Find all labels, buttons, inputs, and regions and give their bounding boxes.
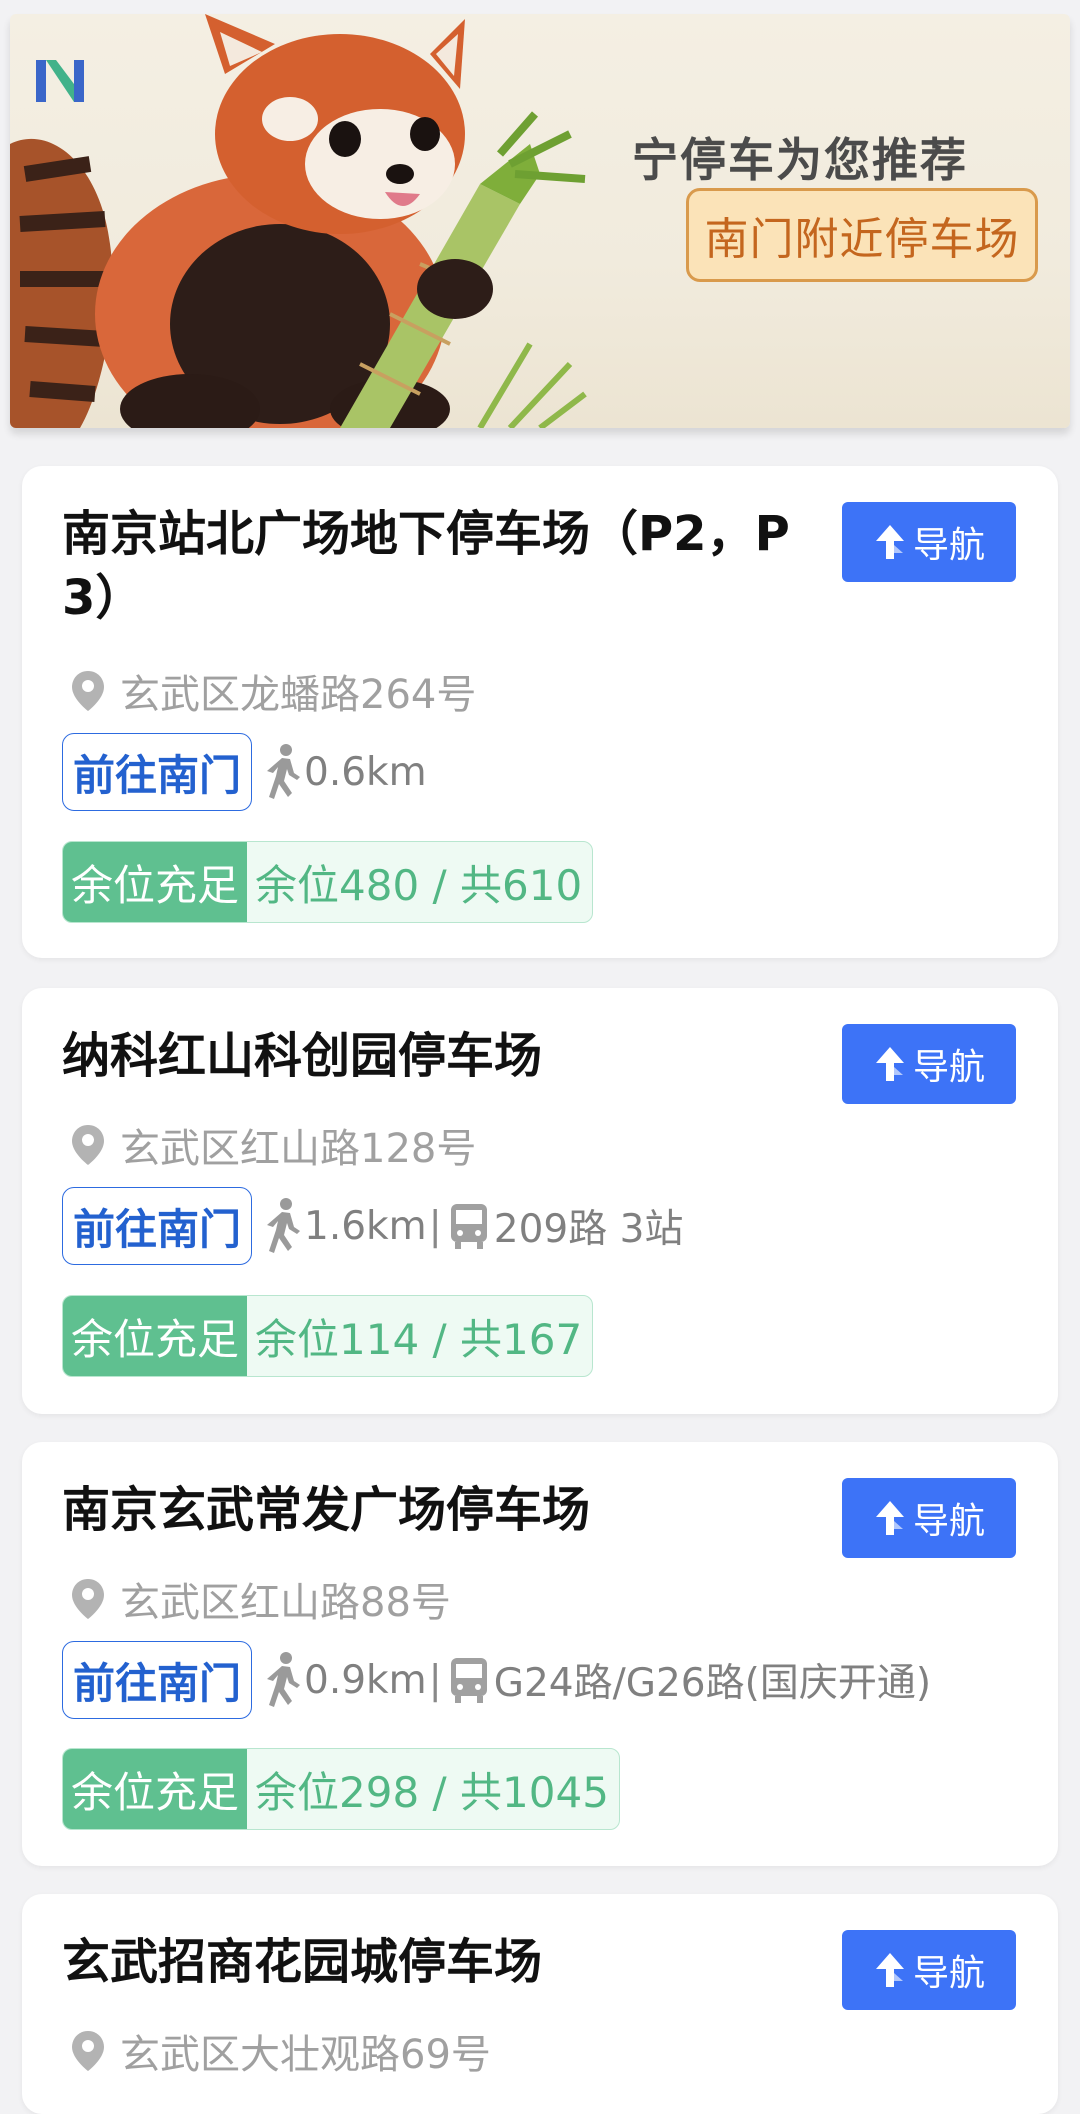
navigate-label: 导航 [912, 1501, 985, 1542]
navigate-button[interactable]: 导航 [842, 1024, 1016, 1104]
availability-status: 余位充足 [63, 842, 248, 922]
availability-count: 余位298 / 共1045 [255, 1767, 609, 1817]
lot-address: 玄武区红山路88号 [70, 1570, 451, 1628]
parking-lot-card[interactable]: 玄武招商花园城停车场 导航 玄武区大壮观路69号 [22, 1894, 1058, 2114]
gate-tag[interactable]: 前往南门 [62, 1187, 253, 1265]
parking-lot-card[interactable]: 南京站北广场地下停车场（P2，P3） 导航 玄武区龙蟠路264号 前往南门 0.… [22, 466, 1058, 958]
parking-lot-card[interactable]: 南京玄武常发广场停车场 导航 玄武区红山路88号 前往南门 0.9km | G2… [22, 1442, 1058, 1866]
bus-icon [450, 1204, 487, 1249]
location-pin-icon [72, 671, 104, 711]
banner-badge[interactable]: 南门附近停车场 [686, 188, 1038, 282]
lot-name: 南京站北广场地下停车场（P2，P3） [62, 506, 790, 626]
location-pin-icon [72, 2031, 104, 2071]
route-info: 前往南门 1.6km | 209路 3站 [62, 1186, 683, 1266]
lot-name: 南京玄武常发广场停车场 [62, 1482, 591, 1538]
walk-distance: 0.9km [304, 1657, 427, 1703]
walk-distance: 1.6km [304, 1203, 427, 1249]
route-info: 前往南门 0.9km | G24路/G26路(国庆开通) [62, 1640, 931, 1720]
route-info: 前往南门 0.6km [62, 732, 427, 812]
lot-address: 玄武区龙蟠路264号 [70, 662, 476, 720]
availability-row: 余位充足 余位480 / 共610 [62, 841, 594, 923]
availability-status: 余位充足 [63, 1296, 248, 1376]
walk-distance: 0.6km [304, 749, 427, 795]
navigate-arrow-icon [875, 525, 904, 559]
walk-icon [267, 1198, 301, 1253]
app-logo-icon [36, 60, 84, 102]
walk-icon [267, 1652, 301, 1707]
navigate-button[interactable]: 导航 [842, 502, 1016, 582]
availability-count: 余位114 / 共167 [255, 1314, 583, 1364]
transit-info: G24路/G26路(国庆开通) [493, 1661, 932, 1706]
red-panda-illustration [10, 14, 587, 428]
navigate-arrow-icon [875, 1953, 904, 1987]
location-pin-icon [72, 1579, 104, 1619]
availability-status: 余位充足 [63, 1749, 248, 1829]
recommendation-banner[interactable]: 宁停车为您推荐 南门附近停车场 [10, 14, 1070, 428]
divider: | [428, 1657, 442, 1703]
lot-address: 玄武区红山路128号 [70, 1116, 476, 1174]
location-pin-icon [72, 1125, 104, 1165]
navigate-arrow-icon [875, 1501, 904, 1535]
gate-tag[interactable]: 前往南门 [62, 1641, 253, 1719]
gate-tag[interactable]: 前往南门 [62, 733, 253, 811]
lot-name: 纳科红山科创园停车场 [62, 1028, 543, 1084]
address-text: 玄武区红山路88号 [120, 1580, 451, 1626]
parking-lot-card[interactable]: 纳科红山科创园停车场 导航 玄武区红山路128号 前往南门 1.6km | 20… [22, 988, 1058, 1414]
availability-count: 余位480 / 共610 [255, 860, 583, 910]
address-text: 玄武区红山路128号 [120, 1126, 477, 1172]
walk-icon [267, 744, 301, 799]
navigate-label: 导航 [912, 525, 985, 566]
lot-name: 玄武招商花园城停车场 [62, 1934, 543, 1990]
availability-row: 余位充足 余位298 / 共1045 [62, 1748, 620, 1830]
lot-address: 玄武区大壮观路69号 [70, 2022, 491, 2080]
navigate-button[interactable]: 导航 [842, 1478, 1016, 1558]
navigate-arrow-icon [875, 1047, 904, 1081]
address-text: 玄武区大壮观路69号 [120, 2032, 491, 2078]
navigate-button[interactable]: 导航 [842, 1930, 1016, 2010]
banner-title: 宁停车为您推荐 [632, 133, 968, 187]
divider: | [428, 1203, 442, 1249]
transit-info: 209路 3站 [493, 1207, 684, 1252]
navigate-label: 导航 [912, 1953, 985, 1994]
availability-row: 余位充足 余位114 / 共167 [62, 1295, 594, 1377]
address-text: 玄武区龙蟠路264号 [120, 672, 477, 718]
bus-icon [450, 1658, 487, 1703]
navigate-label: 导航 [912, 1047, 985, 1088]
